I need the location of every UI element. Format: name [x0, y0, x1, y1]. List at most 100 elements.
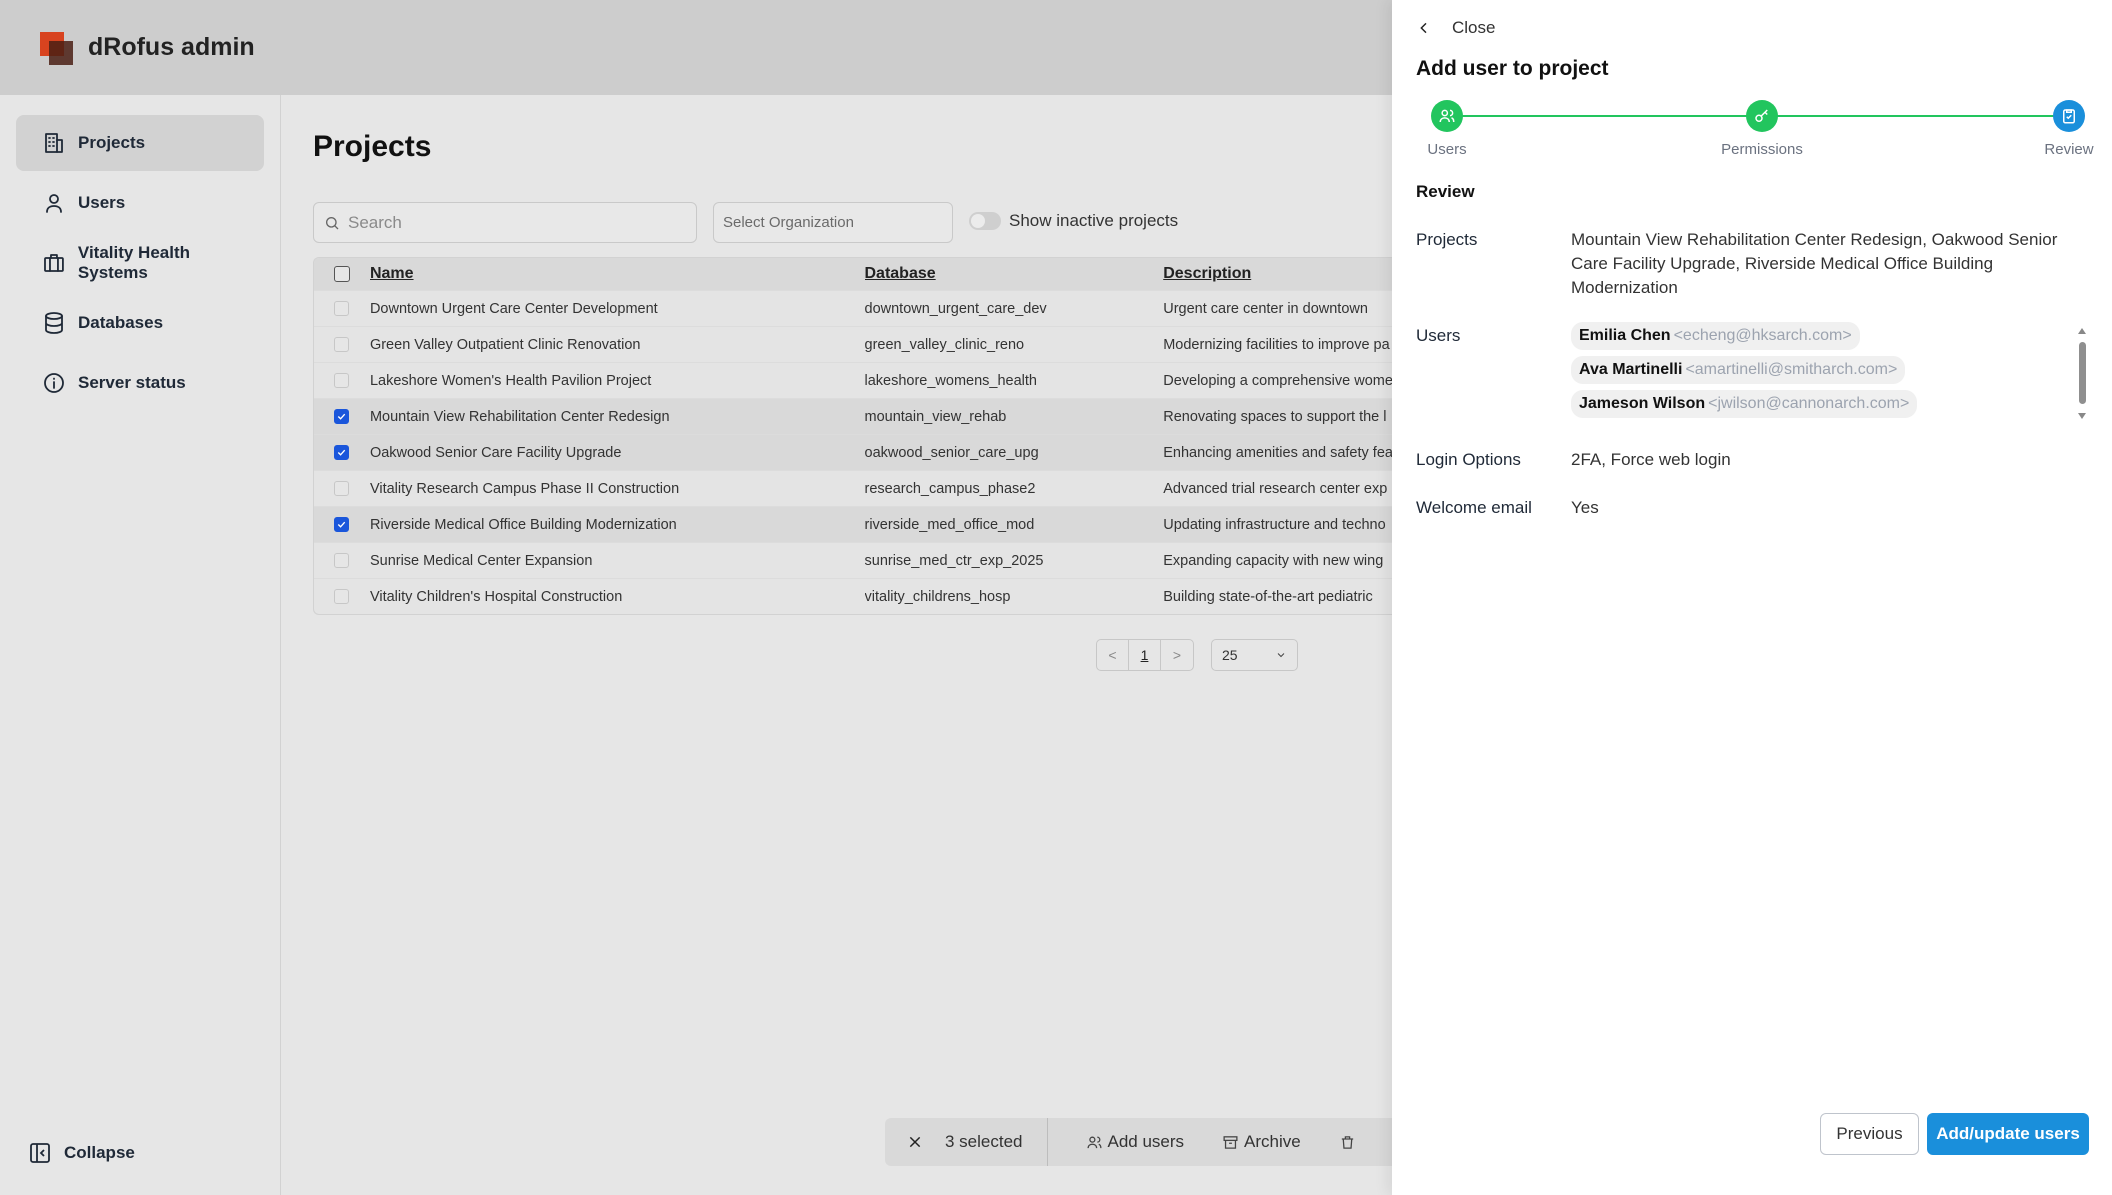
select-all-checkbox[interactable]	[333, 266, 350, 282]
delete-button[interactable]	[1339, 1134, 1361, 1151]
step-permissions[interactable]: Permissions	[1712, 100, 1812, 158]
sidebar-item-databases[interactable]: Databases	[16, 295, 264, 351]
add-users-label: Add users	[1107, 1132, 1185, 1151]
column-header-database[interactable]: Database	[865, 265, 936, 282]
inactive-projects-toggle[interactable]: Show inactive projects	[969, 211, 1178, 231]
projects-label: Projects	[1416, 230, 1478, 249]
user-email: <jwilson@cannonarch.com>	[1708, 395, 1910, 412]
description-cell: Modernizing facilities to improve pa	[1163, 336, 1390, 353]
table-row[interactable]: Green Valley Outpatient Clinic Renovatio…	[314, 326, 1392, 362]
database-cell: vitality_childrens_hosp	[864, 588, 1011, 605]
row-checkbox[interactable]	[334, 373, 350, 388]
row-checkbox[interactable]	[334, 481, 350, 496]
table-row[interactable]: Mountain View Rehabilitation Center Rede…	[314, 398, 1392, 434]
pagination: < 1 > 25	[1096, 639, 1298, 671]
search-box[interactable]	[313, 202, 697, 243]
checkmark-icon	[338, 413, 346, 420]
row-checkbox[interactable]	[334, 301, 350, 316]
database-cell: lakeshore_womens_health	[864, 372, 1038, 389]
sidebar-item-label: Vitality Health Systems	[77, 243, 191, 282]
archive-button[interactable]: Archive	[1222, 1132, 1301, 1152]
sidebar-item-users[interactable]: Users	[16, 175, 264, 231]
user-name: Jameson Wilson	[1579, 395, 1706, 412]
project-name-cell: Mountain View Rehabilitation Center Rede…	[369, 408, 670, 425]
description-cell: Renovating spaces to support the l	[1163, 408, 1387, 425]
project-name-cell: Oakwood Senior Care Facility Upgrade	[369, 444, 622, 461]
organization-select-placeholder: Select Organization	[723, 214, 854, 231]
table-row[interactable]: Oakwood Senior Care Facility Upgrade oakw…	[314, 434, 1392, 470]
step-dot	[2053, 100, 2085, 132]
clear-selection-button[interactable]	[885, 1134, 945, 1150]
row-checkbox[interactable]	[334, 445, 350, 460]
toggle-label: Show inactive projects	[1009, 211, 1179, 230]
row-checkbox[interactable]	[334, 409, 350, 424]
search-input[interactable]	[348, 212, 668, 233]
prev-page-button[interactable]: <	[1097, 640, 1129, 670]
column-header-name[interactable]: Name	[370, 265, 414, 282]
add-users-button[interactable]: Add users	[1086, 1132, 1185, 1152]
archive-label: Archive	[1244, 1132, 1301, 1151]
organization-select[interactable]: Select Organization	[713, 202, 953, 243]
project-name-cell: Sunrise Medical Center Expansion	[369, 552, 593, 569]
column-header-description[interactable]: Description	[1163, 265, 1251, 282]
table-row[interactable]: Lakeshore Women's Health Pavilion Projec…	[314, 362, 1392, 398]
step-label: Permissions	[1721, 141, 1803, 158]
sidebar-item-organization[interactable]: Vitality Health Systems	[16, 235, 264, 291]
table-row[interactable]: Vitality Children's Hospital Constructio…	[314, 578, 1392, 614]
close-icon	[909, 1136, 921, 1148]
table-body: Downtown Urgent Care Center Development d…	[314, 290, 1392, 614]
step-label: Users	[1427, 141, 1467, 158]
user-icon	[46, 194, 62, 213]
project-name-cell: Downtown Urgent Care Center Development	[369, 300, 658, 317]
page-number-button[interactable]: 1	[1129, 640, 1161, 670]
collapse-button[interactable]: Collapse	[28, 1141, 135, 1165]
review-section-title: Review	[1416, 182, 1475, 201]
user-email: <echeng@hksarch.com>	[1673, 327, 1852, 344]
add-user-drawer: Close Add user to project Users Permissi…	[1392, 0, 2112, 1195]
table-row[interactable]: Downtown Urgent Care Center Development d…	[314, 290, 1392, 326]
table-row[interactable]: Riverside Medical Office Building Modern…	[314, 506, 1392, 542]
project-name-cell: Vitality Research Campus Phase II Constr…	[369, 480, 680, 497]
row-checkbox[interactable]	[334, 589, 350, 604]
project-name-cell: Lakeshore Women's Health Pavilion Projec…	[369, 372, 652, 389]
key-icon	[1755, 109, 1768, 122]
add-update-users-button[interactable]: Add/update users	[1927, 1113, 2089, 1155]
top-header: dRofus admin	[0, 0, 1392, 95]
collapse-label: Collapse	[64, 1143, 135, 1162]
project-name-cell: Vitality Children's Hospital Constructio…	[369, 588, 623, 605]
description-cell: Enhancing amenities and safety fea	[1163, 444, 1392, 461]
users-icon	[1439, 109, 1455, 123]
database-cell: research_campus_phase2	[864, 480, 1036, 497]
database-cell: mountain_view_rehab	[864, 408, 1007, 425]
sidebar-item-server-status[interactable]: Server status	[16, 355, 264, 411]
toggle-switch[interactable]	[969, 212, 1001, 230]
users-label: Users	[1416, 326, 1461, 345]
project-name-cell: Green Valley Outpatient Clinic Renovatio…	[369, 336, 641, 353]
step-review[interactable]: Review	[2038, 100, 2100, 158]
scrollbar-thumb[interactable]	[2079, 342, 2086, 404]
scroll-down-arrow[interactable]	[2078, 413, 2086, 419]
checkmark-icon	[338, 449, 346, 456]
user-name: Ava Martinelli	[1579, 361, 1683, 378]
users-scrollbar[interactable]	[2075, 326, 2089, 421]
next-page-button[interactable]: >	[1161, 640, 1193, 670]
table-row[interactable]: Vitality Research Campus Phase II Constr…	[314, 470, 1392, 506]
page-size-select[interactable]: 25	[1211, 639, 1298, 671]
row-checkbox[interactable]	[334, 337, 350, 352]
step-dot	[1746, 100, 1778, 132]
archive-icon	[1223, 1135, 1238, 1149]
welcome-email-label: Welcome email	[1416, 498, 1532, 517]
users-icon	[1086, 1136, 1102, 1148]
row-checkbox[interactable]	[334, 553, 350, 568]
close-button[interactable]: Close	[1416, 18, 1495, 38]
step-users[interactable]: Users	[1416, 100, 1478, 158]
previous-button[interactable]: Previous	[1820, 1113, 1919, 1155]
scroll-up-arrow[interactable]	[2078, 328, 2086, 334]
description-cell: Urgent care center in downtown	[1163, 300, 1368, 317]
sidebar: Projects Users Vitality Health Systems D…	[0, 95, 281, 1195]
sidebar-item-projects[interactable]: Projects	[16, 115, 264, 171]
table-row[interactable]: Sunrise Medical Center Expansion sunrise_…	[314, 542, 1392, 578]
bulk-action-bar: 3 selected Add users Archive	[885, 1118, 1392, 1166]
row-checkbox[interactable]	[334, 517, 350, 532]
user-chip: Ava Martinelli <amartinelli@smitharch.com…	[1571, 356, 1906, 384]
